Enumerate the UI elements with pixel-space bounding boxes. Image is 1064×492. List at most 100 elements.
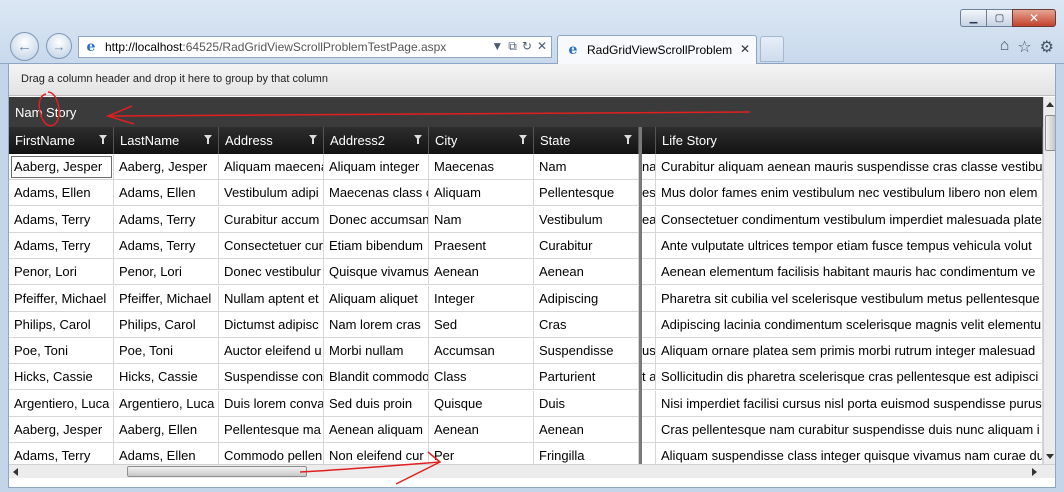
- cell-last[interactable]: Adams, Terry: [114, 206, 219, 233]
- cell-address[interactable]: Suspendisse con: [219, 364, 324, 391]
- cell-city[interactable]: Aliquam: [429, 180, 534, 207]
- cell-address[interactable]: Auctor eleifend u: [219, 338, 324, 365]
- cell-last[interactable]: Aaberg, Ellen: [114, 417, 219, 443]
- cell-address2[interactable]: Etiam bibendum: [324, 232, 429, 259]
- cell-address[interactable]: Pellentesque ma: [219, 417, 324, 443]
- cell-city[interactable]: Accumsan: [429, 338, 534, 365]
- cell-first[interactable]: Philips, Carol: [9, 311, 114, 338]
- cell-first[interactable]: Adams, Terry: [9, 232, 114, 259]
- favorites-star-icon[interactable]: ☆: [1017, 37, 1031, 57]
- cell-state[interactable]: Pellentesque: [534, 180, 639, 207]
- cell-address2[interactable]: Nam lorem cras: [324, 311, 429, 338]
- cell-address[interactable]: Vestibulum adipi: [219, 180, 324, 207]
- cell-life[interactable]: Consectetuer condimentum vestibulum impe…: [656, 206, 1043, 233]
- cell-first[interactable]: Adams, Terry: [9, 443, 114, 464]
- filter-funnel-icon[interactable]: [414, 135, 422, 144]
- column-header-partial[interactable]: [642, 127, 656, 154]
- home-icon[interactable]: ⌂: [1000, 37, 1010, 57]
- cell-last[interactable]: Aaberg, Jesper: [114, 154, 219, 180]
- table-row[interactable]: Adams, Terry Adams, Terry Consectetuer cur…: [9, 232, 1043, 259]
- cell-last[interactable]: Adams, Ellen: [114, 443, 219, 464]
- table-row[interactable]: Argentiero, Luca Argentiero, Luca Duis lor…: [9, 390, 1043, 417]
- cell-life[interactable]: Nisi imperdiet facilisi cursus nisl port…: [656, 390, 1043, 417]
- cell-address2[interactable]: Non eleifend cur: [324, 443, 429, 464]
- column-header-state[interactable]: State: [534, 127, 639, 154]
- url-text[interactable]: http://localhost:64525/RadGridViewScroll…: [105, 40, 446, 54]
- horizontal-scrollbar[interactable]: [9, 464, 1055, 478]
- scroll-down-icon[interactable]: [1046, 454, 1054, 459]
- column-header-last[interactable]: LastName: [114, 127, 219, 154]
- horizontal-scroll-thumb[interactable]: [127, 466, 307, 477]
- cell-last[interactable]: Poe, Toni: [114, 338, 219, 365]
- table-row[interactable]: Penor, Lori Penor, Lori Donec vestibulur Qu…: [9, 259, 1043, 286]
- cell-city[interactable]: Praesent: [429, 232, 534, 259]
- column-header-address[interactable]: Address: [219, 127, 324, 154]
- table-row[interactable]: Poe, Toni Poe, Toni Auctor eleifend u Morbi…: [9, 338, 1043, 365]
- scroll-left-icon[interactable]: [13, 468, 18, 476]
- vertical-scroll-thumb[interactable]: [1045, 115, 1055, 151]
- cell-address[interactable]: Consectetuer cur: [219, 232, 324, 259]
- cell-life[interactable]: Curabitur aliquam aenean mauris suspendi…: [656, 154, 1043, 180]
- compatibility-icon[interactable]: ⧉: [508, 39, 517, 54]
- scroll-right-icon[interactable]: [1032, 468, 1037, 476]
- cell-address2[interactable]: Aliquam aliquet: [324, 285, 429, 312]
- cell-life[interactable]: Pharetra sit cubilia vel scelerisque ves…: [656, 285, 1043, 312]
- cell-state[interactable]: Vestibulum: [534, 206, 639, 233]
- refresh-icon[interactable]: ↻: [522, 39, 532, 54]
- filter-funnel-icon[interactable]: [624, 135, 632, 144]
- maximize-button[interactable]: ▢: [986, 9, 1012, 27]
- cell-address[interactable]: Nullam aptent et: [219, 285, 324, 312]
- table-row[interactable]: Adams, Ellen Adams, Ellen Vestibulum adipi…: [9, 180, 1043, 207]
- cell-state[interactable]: Aenean: [534, 417, 639, 443]
- filter-funnel-icon[interactable]: [99, 135, 107, 144]
- cell-city[interactable]: Aenean: [429, 259, 534, 286]
- cell-address2[interactable]: Donec accumsan: [324, 206, 429, 233]
- cell-address2[interactable]: Sed duis proin: [324, 390, 429, 417]
- table-row[interactable]: Adams, Terry Adams, Terry Curabitur accum D…: [9, 206, 1043, 233]
- cell-last[interactable]: Hicks, Cassie: [114, 364, 219, 391]
- cell-address[interactable]: Curabitur accum: [219, 206, 324, 233]
- table-row[interactable]: Philips, Carol Philips, Carol Dictumst adi…: [9, 311, 1043, 338]
- browser-tab[interactable]: e RadGridViewScrollProblem ✕: [557, 35, 757, 64]
- cell-first[interactable]: Penor, Lori: [9, 259, 114, 286]
- tools-gear-icon[interactable]: ⚙: [1040, 37, 1054, 57]
- column-header-first[interactable]: FirstName: [9, 127, 114, 154]
- address-bar[interactable]: e http://localhost:64525/RadGridViewScro…: [78, 36, 552, 58]
- table-row[interactable]: Adams, Terry Adams, Ellen Commodo pellen No…: [9, 443, 1043, 464]
- filter-funnel-icon[interactable]: [309, 135, 317, 144]
- cell-first[interactable]: Aaberg, Jesper: [9, 417, 114, 443]
- cell-first[interactable]: Poe, Toni: [9, 338, 114, 365]
- table-row[interactable]: Pfeiffer, Michael Pfeiffer, Michael Nullam…: [9, 285, 1043, 312]
- cell-life[interactable]: Aenean elementum facilisis habitant maur…: [656, 259, 1043, 286]
- cell-address2[interactable]: Aenean aliquam: [324, 417, 429, 443]
- cell-last[interactable]: Philips, Carol: [114, 311, 219, 338]
- cell-city[interactable]: Class: [429, 364, 534, 391]
- stop-icon[interactable]: ✕: [537, 39, 547, 54]
- cell-state[interactable]: Fringilla: [534, 443, 639, 464]
- cell-address[interactable]: Dictumst adipisc: [219, 311, 324, 338]
- cell-life[interactable]: Aliquam suspendisse class integer quisqu…: [656, 443, 1043, 464]
- cell-city[interactable]: Aenean: [429, 417, 534, 443]
- column-header-city[interactable]: City: [429, 127, 534, 154]
- cell-last[interactable]: Adams, Terry: [114, 232, 219, 259]
- cell-city[interactable]: Integer: [429, 285, 534, 312]
- cell-first[interactable]: Aaberg, Jesper: [9, 154, 114, 180]
- filter-funnel-icon[interactable]: [204, 135, 212, 144]
- cell-state[interactable]: Adipiscing: [534, 285, 639, 312]
- cell-first[interactable]: Argentiero, Luca: [9, 390, 114, 417]
- cell-last[interactable]: Penor, Lori: [114, 259, 219, 286]
- cell-city[interactable]: Quisque: [429, 390, 534, 417]
- cell-last[interactable]: Adams, Ellen: [114, 180, 219, 207]
- cell-state[interactable]: Nam: [534, 154, 639, 180]
- cell-life[interactable]: Cras pellentesque nam curabitur suspendi…: [656, 417, 1043, 443]
- cell-city[interactable]: Nam: [429, 206, 534, 233]
- cell-life[interactable]: Ante vulputate ultrices tempor etiam fus…: [656, 232, 1043, 259]
- table-row[interactable]: Aaberg, Jesper Aaberg, Jesper Aliquam maec…: [9, 154, 1043, 180]
- cell-last[interactable]: Pfeiffer, Michael: [114, 285, 219, 312]
- dropdown-icon[interactable]: ▼: [491, 39, 503, 54]
- cell-address2[interactable]: Maecenas class c: [324, 180, 429, 207]
- cell-state[interactable]: Cras: [534, 311, 639, 338]
- cell-state[interactable]: Suspendisse: [534, 338, 639, 365]
- cell-address[interactable]: Aliquam maecena: [219, 154, 324, 180]
- filter-funnel-icon[interactable]: [519, 135, 527, 144]
